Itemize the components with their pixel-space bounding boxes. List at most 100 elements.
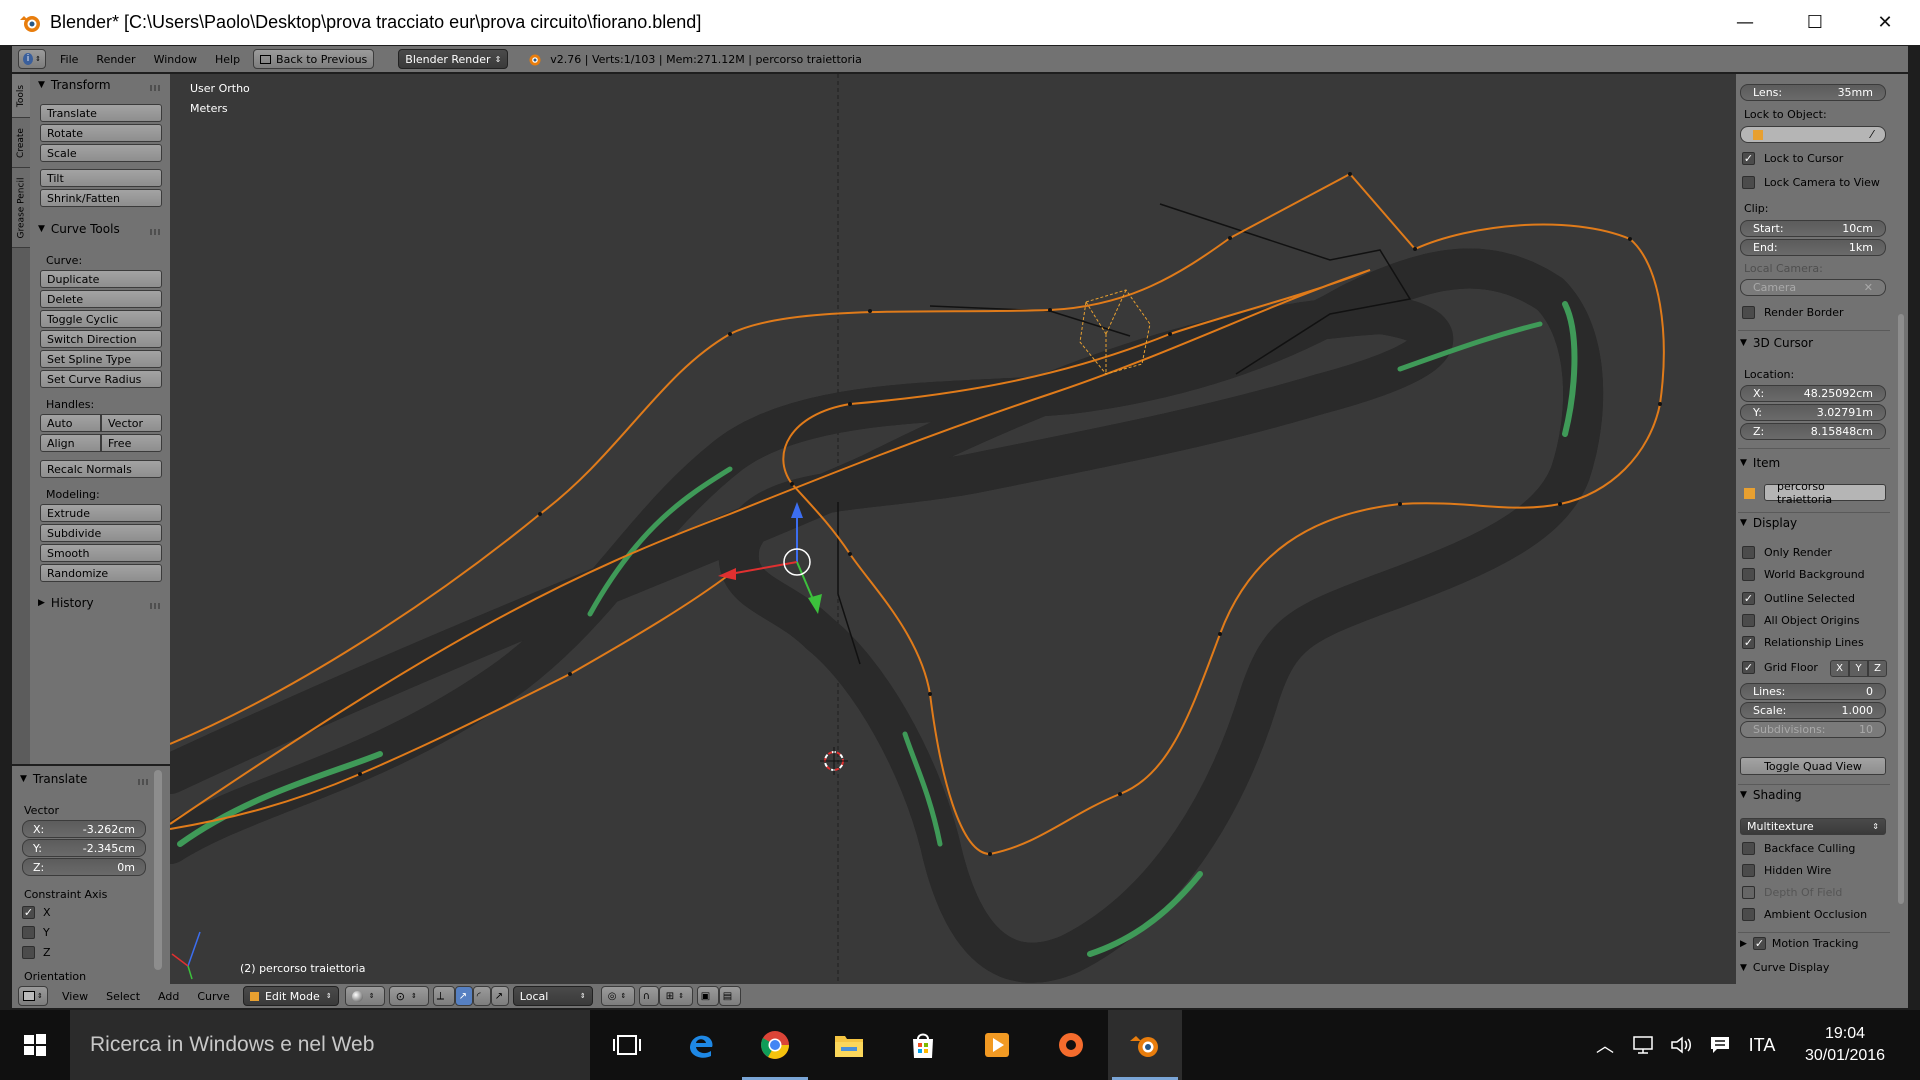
item-name-field[interactable]: percorso traiettoria bbox=[1764, 480, 1886, 506]
tilt-button[interactable]: Tilt bbox=[40, 169, 162, 187]
lock-object-field[interactable]: ⁄ bbox=[1740, 126, 1886, 143]
ambient-occlusion-checkbox[interactable]: Ambient Occlusion bbox=[1742, 908, 1867, 921]
clip-end-field[interactable]: End: 1km bbox=[1740, 239, 1886, 256]
shading-section-header[interactable]: ▼ Shading bbox=[1740, 788, 1890, 802]
set-spline-type-button[interactable]: Set Spline Type bbox=[40, 350, 162, 368]
switch-direction-button[interactable]: Switch Direction bbox=[40, 330, 162, 348]
clip-start-field[interactable]: Start: 10cm bbox=[1740, 220, 1886, 237]
drag-grip-icon[interactable] bbox=[150, 229, 162, 235]
pivot-point-select[interactable]: ⊙ ⇕ bbox=[388, 986, 429, 1006]
render-border-checkbox[interactable]: Render Border bbox=[1742, 306, 1844, 319]
translate-button[interactable]: Translate bbox=[40, 104, 162, 122]
only-render-checkbox[interactable]: Only Render bbox=[1742, 546, 1832, 559]
grid-floor-checkbox[interactable]: ✓ Grid Floor bbox=[1742, 661, 1818, 674]
redo-panel-scrollbar[interactable] bbox=[154, 770, 162, 970]
toggle-quad-view-button[interactable]: Toggle Quad View bbox=[1740, 757, 1886, 775]
checkmark-icon[interactable]: ✓ bbox=[1752, 937, 1766, 950]
set-curve-radius-button[interactable]: Set Curve Radius bbox=[40, 370, 162, 388]
start-button[interactable] bbox=[0, 1010, 70, 1080]
relationship-lines-checkbox[interactable]: ✓ Relationship Lines bbox=[1742, 636, 1864, 649]
taskbar-media-player[interactable] bbox=[960, 1010, 1034, 1080]
grid-axis-y-toggle[interactable]: Y bbox=[1849, 660, 1868, 677]
grid-scale-field[interactable]: Scale: 1.000 bbox=[1740, 702, 1886, 719]
eyedropper-icon[interactable]: ⁄ bbox=[1871, 128, 1873, 141]
taskbar-edge[interactable] bbox=[664, 1010, 738, 1080]
grid-axis-z-toggle[interactable]: Z bbox=[1868, 660, 1887, 677]
menu-render[interactable]: Render bbox=[96, 53, 135, 66]
toggle-cyclic-button[interactable]: Toggle Cyclic bbox=[40, 310, 162, 328]
display-section-header[interactable]: ▼ Display bbox=[1740, 516, 1890, 530]
snap-element-select[interactable]: ⊞ ⇕ bbox=[658, 986, 693, 1006]
tab-tools[interactable]: Tools bbox=[12, 74, 30, 118]
shrink-fatten-button[interactable]: Shrink/Fatten bbox=[40, 189, 162, 207]
drag-grip-icon[interactable] bbox=[138, 779, 150, 785]
vector-y-field[interactable]: Y: -2.345cm bbox=[22, 839, 146, 857]
close-button[interactable]: ✕ bbox=[1850, 0, 1920, 45]
world-background-checkbox[interactable]: World Background bbox=[1742, 568, 1865, 581]
tray-network[interactable] bbox=[1626, 1010, 1662, 1080]
editor-type-button[interactable]: i ⇕ bbox=[18, 49, 46, 69]
drag-grip-icon[interactable] bbox=[150, 603, 162, 609]
transform-panel-header[interactable]: ▼ Transform bbox=[38, 78, 111, 92]
proportional-edit-select[interactable]: ◎ ⇕ bbox=[600, 986, 635, 1006]
minimize-button[interactable]: — bbox=[1710, 0, 1780, 45]
properties-scrollbar[interactable] bbox=[1894, 74, 1908, 984]
curve-display-section-header[interactable]: ▼ Curve Display bbox=[1740, 961, 1890, 974]
menu-help[interactable]: Help bbox=[215, 53, 240, 66]
drag-grip-icon[interactable] bbox=[150, 85, 162, 91]
shading-mode-select[interactable]: Multitexture ⇕ bbox=[1740, 818, 1886, 835]
maximize-button[interactable]: ☐ bbox=[1780, 0, 1850, 45]
delete-button[interactable]: Delete bbox=[40, 290, 162, 308]
menu-file[interactable]: File bbox=[60, 53, 78, 66]
lock-to-cursor-checkbox[interactable]: ✓ Lock to Cursor bbox=[1742, 152, 1843, 165]
cursor-z-field[interactable]: Z: 8.15848cm bbox=[1740, 423, 1886, 440]
randomize-button[interactable]: Randomize bbox=[40, 564, 162, 582]
3d-cursor-icon[interactable] bbox=[820, 747, 848, 775]
task-view-button[interactable] bbox=[590, 1010, 664, 1080]
scale-button[interactable]: Scale bbox=[40, 144, 162, 162]
menu-window[interactable]: Window bbox=[154, 53, 197, 66]
cursor-x-field[interactable]: X: 48.25092cm bbox=[1740, 385, 1886, 402]
grid-lines-field[interactable]: Lines: 0 bbox=[1740, 683, 1886, 700]
tab-create[interactable]: Create bbox=[12, 118, 30, 168]
viewport-shading-select[interactable]: ⇕ bbox=[344, 986, 385, 1006]
all-object-origins-checkbox[interactable]: All Object Origins bbox=[1742, 614, 1859, 627]
snap-toggle[interactable]: ∩ bbox=[638, 986, 659, 1006]
taskbar-file-explorer[interactable] bbox=[812, 1010, 886, 1080]
extrude-button[interactable]: Extrude bbox=[40, 504, 162, 522]
cursor-y-field[interactable]: Y: 3.02791m bbox=[1740, 404, 1886, 421]
vector-x-field[interactable]: X: -3.262cm bbox=[22, 820, 146, 838]
backface-culling-checkbox[interactable]: Backface Culling bbox=[1742, 842, 1855, 855]
menu-view[interactable]: View bbox=[62, 990, 88, 1003]
manipulator-toggle[interactable]: ⟂ bbox=[432, 986, 455, 1006]
item-section-header[interactable]: ▼ Item bbox=[1740, 456, 1890, 470]
grid-axis-x-toggle[interactable]: X bbox=[1830, 660, 1849, 677]
menu-select[interactable]: Select bbox=[106, 990, 140, 1003]
constraint-y-checkbox[interactable]: Y bbox=[22, 926, 50, 939]
constraint-z-checkbox[interactable]: Z bbox=[22, 946, 51, 959]
subdivide-button[interactable]: Subdivide bbox=[40, 524, 162, 542]
scale-manipulator-toggle[interactable]: ↗ bbox=[490, 986, 509, 1006]
hidden-wire-checkbox[interactable]: Hidden Wire bbox=[1742, 864, 1831, 877]
lock-camera-to-view-checkbox[interactable]: Lock Camera to View bbox=[1742, 176, 1880, 189]
taskbar-chrome[interactable] bbox=[738, 1010, 812, 1080]
scrollbar-thumb[interactable] bbox=[1898, 314, 1904, 904]
vector-z-field[interactable]: Z: 0m bbox=[22, 858, 146, 876]
taskbar-origin[interactable] bbox=[1034, 1010, 1108, 1080]
history-panel-header[interactable]: ▶ History bbox=[38, 596, 94, 610]
handle-vector-button[interactable]: Vector bbox=[101, 414, 162, 432]
lens-field[interactable]: Lens: 35mm bbox=[1740, 84, 1886, 101]
tab-grease-pencil[interactable]: Grease Pencil bbox=[12, 168, 30, 248]
tray-volume[interactable] bbox=[1664, 1010, 1700, 1080]
duplicate-button[interactable]: Duplicate bbox=[40, 270, 162, 288]
transform-orientation-select[interactable]: Local ⇕ bbox=[512, 986, 593, 1006]
taskbar-store[interactable] bbox=[886, 1010, 960, 1080]
smooth-button[interactable]: Smooth bbox=[40, 544, 162, 562]
handle-auto-button[interactable]: Auto bbox=[40, 414, 101, 432]
tray-clock[interactable]: 19:04 30/01/2016 bbox=[1790, 1010, 1900, 1080]
3d-cursor-section-header[interactable]: ▼ 3D Cursor bbox=[1740, 336, 1890, 350]
curve-tools-panel-header[interactable]: ▼ Curve Tools bbox=[38, 222, 120, 236]
mode-select[interactable]: Edit Mode ⇕ bbox=[242, 986, 339, 1006]
recalc-normals-button[interactable]: Recalc Normals bbox=[40, 460, 162, 478]
menu-curve[interactable]: Curve bbox=[197, 990, 229, 1003]
